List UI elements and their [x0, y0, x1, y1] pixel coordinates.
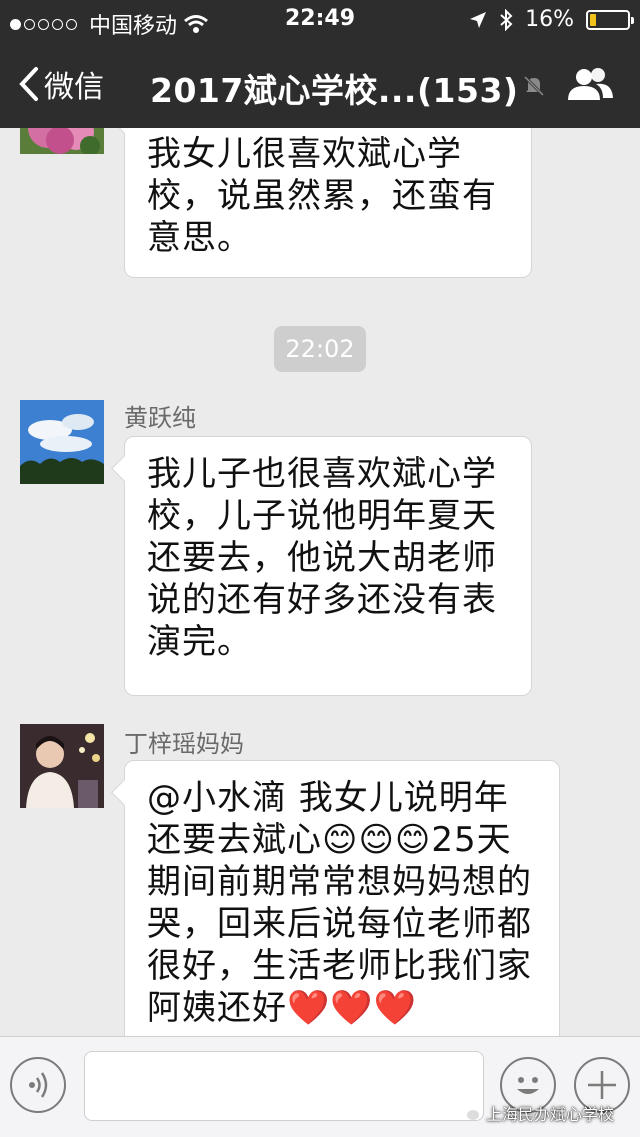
avatar[interactable] [20, 400, 104, 484]
voice-wave-icon [29, 1072, 48, 1098]
voice-input-button[interactable] [10, 1057, 66, 1113]
message-list[interactable]: 我女儿很喜欢斌心学校，说虽然累，还蛮有意思。 22:02 黄跃纯 我儿子也很喜欢… [0, 128, 640, 1036]
message-bubble[interactable]: 我女儿很喜欢斌心学校，说虽然累，还蛮有意思。 [124, 128, 532, 278]
flower-avatar-image [20, 128, 104, 154]
header: 中国移动 22:49 16% 微信 2017斌心学校...(153) [0, 0, 640, 128]
avatar[interactable] [20, 128, 104, 154]
message-text: 我儿子也很喜欢斌心学校，儿子说他明年夏天还要去，他说大胡老师说的还有好多还没有表… [147, 454, 497, 662]
battery-percent: 16% [525, 7, 574, 32]
back-button[interactable]: 微信 [18, 62, 104, 106]
nav-bar: 微信 2017斌心学校...(153) [0, 40, 640, 128]
watermark-text: 上海民办斌心学校 [486, 1105, 615, 1124]
person-avatar-image [20, 724, 104, 808]
watermark: 上海民办斌心学校 [460, 1101, 614, 1125]
sky-avatar-image [20, 400, 104, 484]
bluetooth-icon [500, 8, 513, 31]
group-members-icon[interactable] [566, 66, 616, 106]
chat-title: 2017斌心学校...(153) [150, 71, 519, 110]
message-text: 我女儿很喜欢斌心学校，说虽然累，还蛮有意思。 [147, 134, 497, 258]
message-text: @小水滴 我女儿说明年还要去斌心😊😊😊25天期间前期常常想妈妈想的哭，回来后说每… [147, 778, 532, 1028]
avatar[interactable] [20, 724, 104, 808]
timestamp-badge: 22:02 [274, 326, 366, 372]
sender-name: 黄跃纯 [124, 404, 196, 432]
status-bar: 中国移动 22:49 16% [0, 0, 640, 40]
input-bar: 上海民办斌心学校 [0, 1036, 640, 1137]
mute-bell-icon [523, 75, 545, 97]
sender-name: 丁梓瑶妈妈 [124, 730, 244, 758]
wechat-logo-icon [461, 1106, 479, 1120]
message-bubble[interactable]: 我儿子也很喜欢斌心学校，儿子说他明年夏天还要去，他说大胡老师说的还有好多还没有表… [124, 436, 532, 696]
chevron-left-icon [19, 67, 38, 101]
message-input[interactable] [84, 1051, 484, 1121]
message-bubble[interactable]: @小水滴 我女儿说明年还要去斌心😊😊😊25天期间前期常常想妈妈想的哭，回来后说每… [124, 760, 560, 1036]
back-label: 微信 [44, 70, 104, 105]
battery-icon [586, 9, 634, 30]
location-arrow-icon [470, 11, 487, 28]
